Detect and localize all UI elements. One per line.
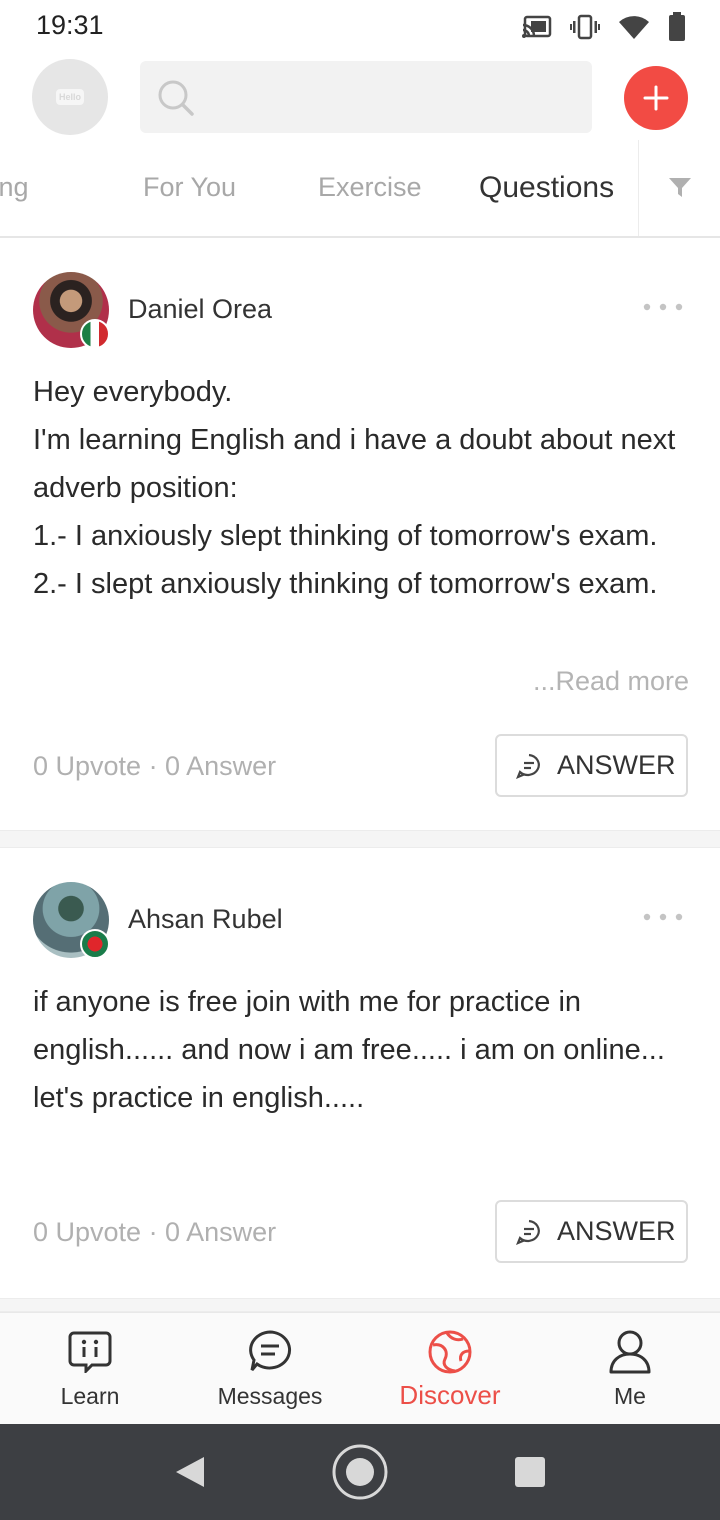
more-options-icon[interactable] xyxy=(640,912,686,922)
search-icon xyxy=(158,80,194,116)
post-line: 1.- I anxiously slept thinking of tomorr… xyxy=(33,520,658,552)
status-time: 19:31 xyxy=(36,10,104,40)
nav-label: Messages xyxy=(217,1383,323,1409)
feed-tabs: owing For You Exercise Questions xyxy=(0,140,720,238)
back-triangle-icon xyxy=(176,1457,204,1487)
my-avatar[interactable]: Hello xyxy=(32,59,108,135)
mexico-flag-icon xyxy=(80,319,110,349)
nav-me[interactable]: Me xyxy=(540,1313,720,1425)
post-line: 2.- I slept anxiously thinking of tomorr… xyxy=(33,568,658,600)
user-name[interactable]: Daniel Orea xyxy=(128,294,272,325)
plus-icon xyxy=(643,85,669,111)
nav-label: Learn xyxy=(60,1383,120,1409)
post-line: if anyone is free join with me for pract… xyxy=(33,986,665,1066)
learn-icon xyxy=(68,1331,112,1373)
tab-questions[interactable]: Questions xyxy=(479,171,614,205)
search-input[interactable] xyxy=(204,61,584,133)
nav-label: Discover xyxy=(399,1380,501,1410)
post-stats: 0 Upvote · 0 Answer xyxy=(33,751,277,781)
discover-icon xyxy=(428,1330,472,1374)
answer-button[interactable]: ANSWER xyxy=(495,734,688,797)
status-bar: 19:31 xyxy=(0,0,720,52)
post-body[interactable]: Hey everybody. I'm learning English and … xyxy=(33,368,693,608)
post-line: let's practice in english..... xyxy=(33,1082,365,1114)
battery-icon xyxy=(669,12,685,41)
nav-label: Me xyxy=(614,1383,646,1409)
post-stats: 0 Upvote · 0 Answer xyxy=(33,1217,277,1247)
bottom-nav: Learn Messages Discover Me xyxy=(0,1312,720,1424)
feed-divider xyxy=(0,830,720,848)
answer-label: ANSWER xyxy=(557,1216,676,1246)
system-nav-bar xyxy=(0,1424,720,1520)
tab-following[interactable]: owing xyxy=(0,172,29,203)
more-options-icon[interactable] xyxy=(640,302,686,312)
status-icons xyxy=(522,12,686,42)
user-name[interactable]: Ahsan Rubel xyxy=(128,904,283,935)
post-line: I'm learning English and i have a doubt … xyxy=(33,424,676,504)
read-more-link[interactable]: ...Read more xyxy=(533,666,690,697)
recents-square-icon xyxy=(515,1457,545,1487)
cast-icon xyxy=(522,15,552,38)
add-post-button[interactable] xyxy=(624,66,688,130)
comment-icon xyxy=(516,1219,540,1245)
comment-icon xyxy=(516,753,540,779)
question-post[interactable]: Daniel Orea Hey everybody. I'm learning … xyxy=(0,238,720,830)
filter-button[interactable] xyxy=(638,140,720,236)
feed-divider xyxy=(0,1298,720,1312)
question-post[interactable]: Ahsan Rubel if anyone is free join with … xyxy=(0,848,720,1298)
nav-messages[interactable]: Messages xyxy=(180,1313,360,1425)
answer-label: ANSWER xyxy=(557,750,676,780)
wifi-icon xyxy=(619,16,649,39)
vibrate-icon xyxy=(570,14,600,40)
answer-button[interactable]: ANSWER xyxy=(495,1200,688,1263)
system-recents-button[interactable] xyxy=(500,1424,560,1520)
tab-for-you[interactable]: For You xyxy=(143,172,236,203)
tab-exercise[interactable]: Exercise xyxy=(318,172,422,203)
post-line: Hey everybody. xyxy=(33,376,233,408)
nav-discover[interactable]: Discover xyxy=(360,1313,540,1425)
bangladesh-flag-icon xyxy=(80,929,110,959)
system-home-button[interactable] xyxy=(330,1424,390,1520)
post-body[interactable]: if anyone is free join with me for pract… xyxy=(33,978,693,1122)
home-circle-icon xyxy=(332,1444,388,1500)
filter-icon xyxy=(668,178,691,197)
messages-icon xyxy=(249,1330,292,1371)
system-back-button[interactable] xyxy=(160,1424,220,1520)
profile-icon xyxy=(609,1330,651,1374)
app-logo: Hello xyxy=(56,89,84,105)
nav-learn[interactable]: Learn xyxy=(0,1313,180,1425)
top-header: Hello xyxy=(0,52,720,140)
search-box[interactable] xyxy=(140,61,592,133)
